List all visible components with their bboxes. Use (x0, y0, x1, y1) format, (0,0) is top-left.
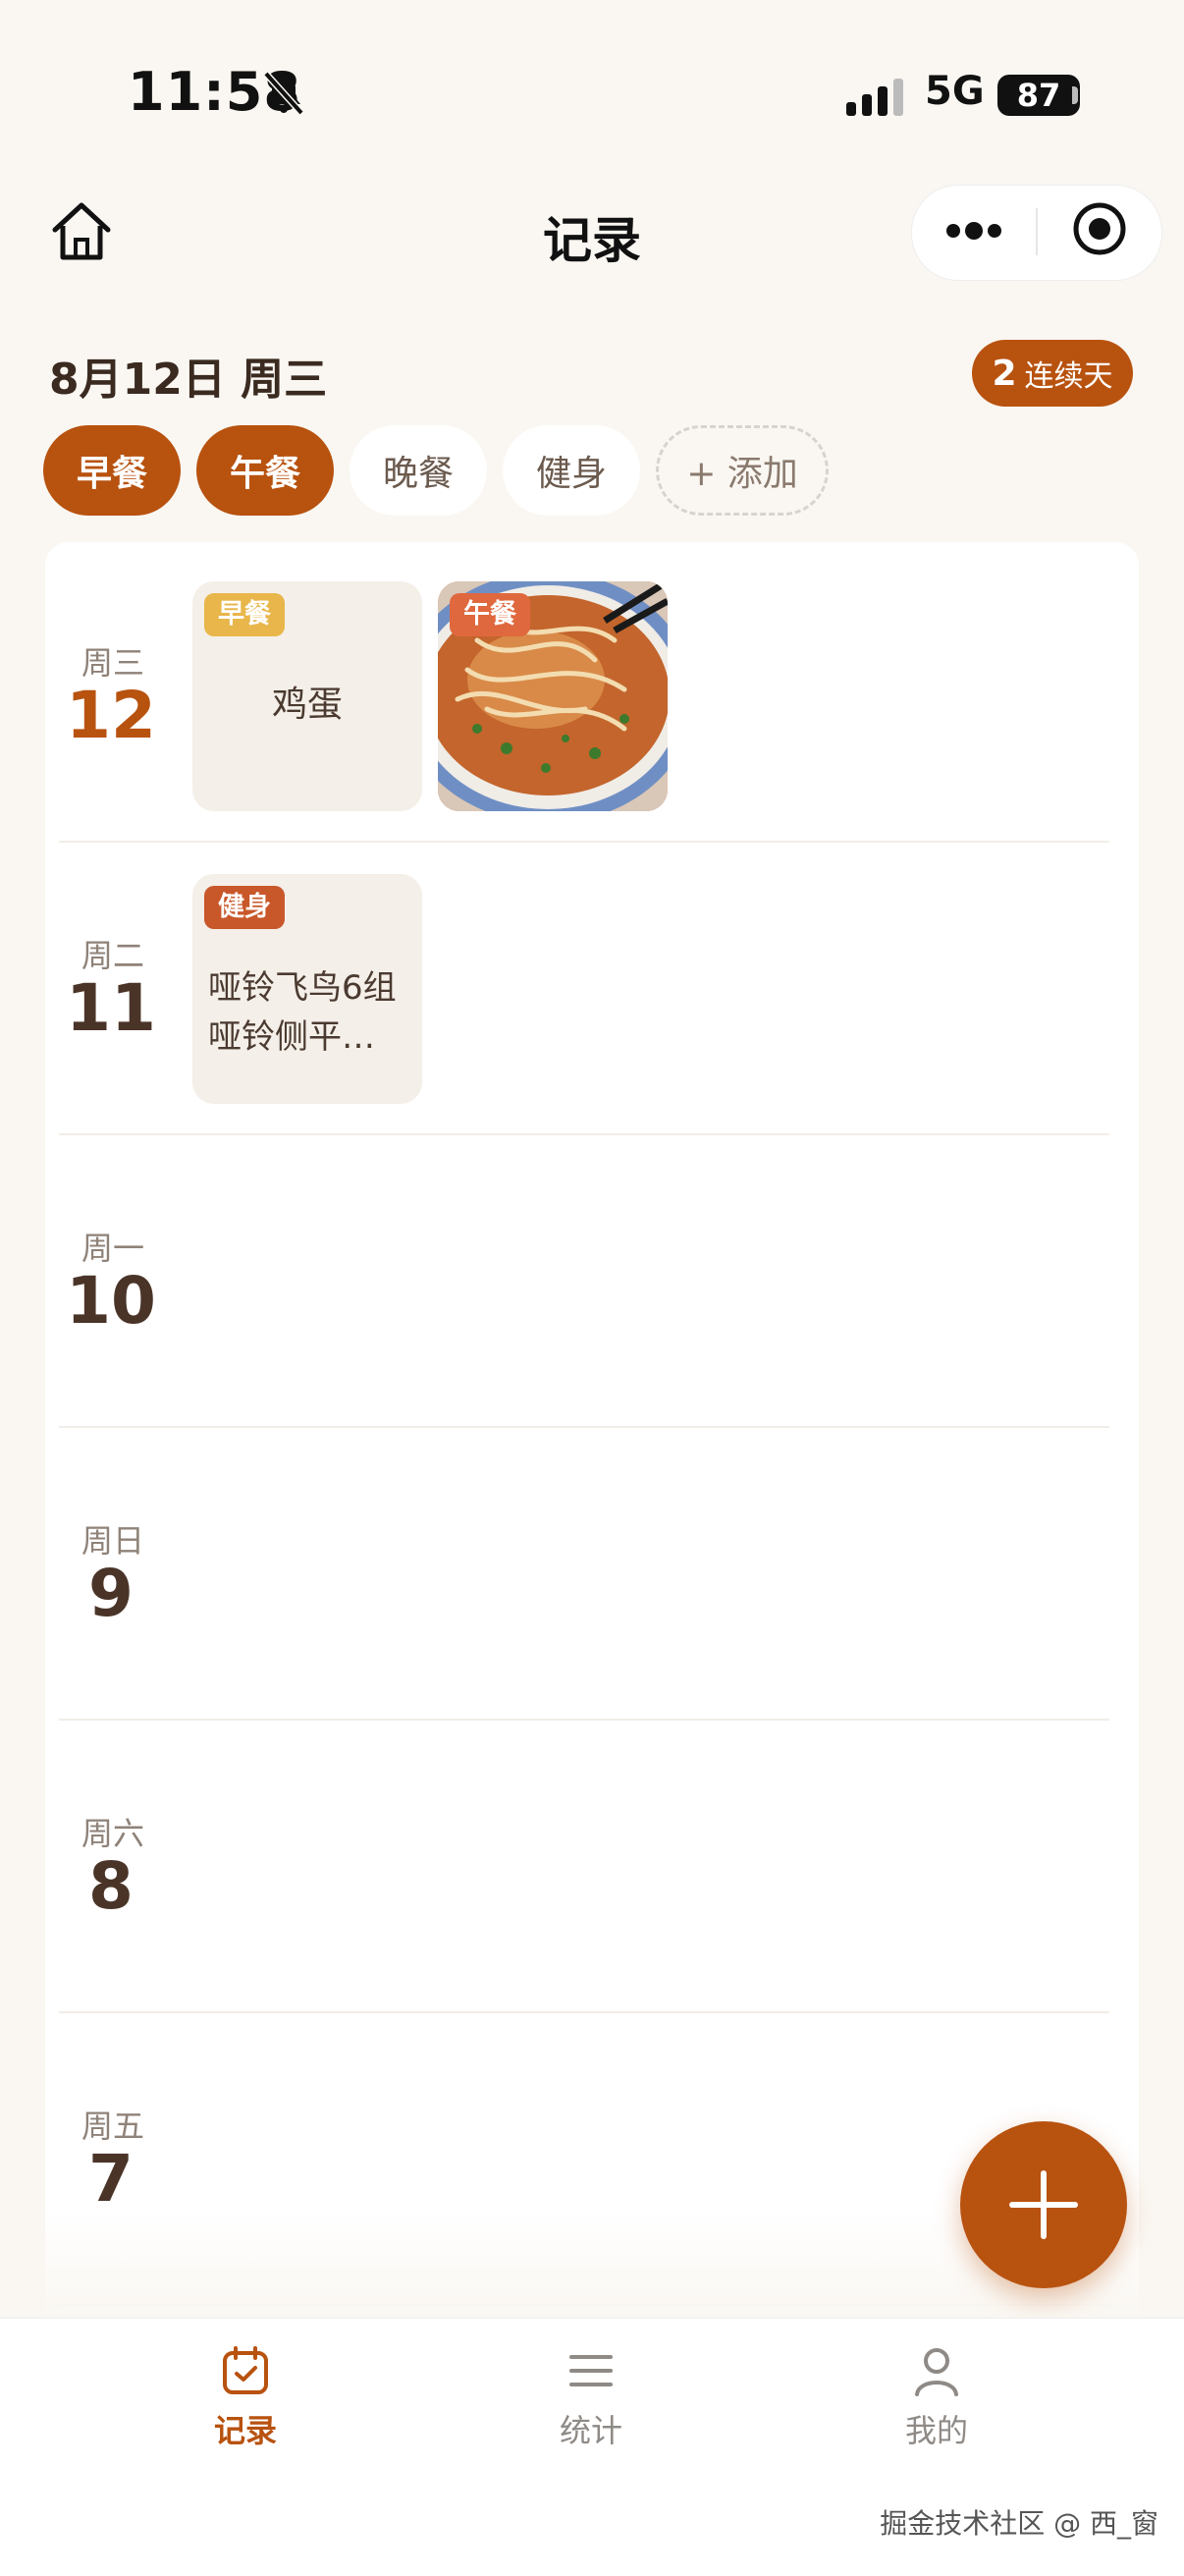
entry-card-breakfast[interactable]: 早餐 鸡蛋 (192, 581, 422, 811)
chip-fitness[interactable]: 健身 (503, 425, 640, 516)
streak-count: 2 (992, 353, 1017, 394)
row-divider (59, 1426, 1109, 1428)
add-record-button[interactable] (960, 2121, 1127, 2288)
list-lines-icon (569, 2355, 613, 2386)
tab-label: 我的 (904, 2412, 968, 2449)
streak-label: 连续天 (1024, 359, 1113, 394)
capsule-divider (1036, 208, 1038, 255)
row-divider (59, 1719, 1109, 1721)
signal-icon (846, 79, 903, 116)
tab-label: 统计 (559, 2412, 622, 2449)
entry-card-lunch[interactable]: 午餐 (438, 581, 668, 811)
streak-badge: 2 连续天 (972, 340, 1133, 407)
person-icon (915, 2348, 958, 2396)
tab-label: 记录 (213, 2412, 277, 2449)
tab-profile[interactable]: 我的 (838, 2343, 1035, 2451)
battery-level: 87 (997, 75, 1080, 116)
row-divider (59, 2011, 1109, 2013)
entry-tag: 健身 (204, 886, 285, 929)
chip-add-button[interactable]: + 添加 (656, 425, 829, 516)
day-number: 8 (88, 1848, 134, 1924)
tab-stats[interactable]: 统计 (493, 2343, 689, 2451)
chip-dinner[interactable]: 晚餐 (350, 425, 487, 516)
entry-text-line2: 哑铃侧平… (208, 1017, 375, 1057)
entry-text: 鸡蛋 (271, 685, 343, 725)
chip-breakfast[interactable]: 早餐 (43, 425, 181, 516)
entry-card-fitness[interactable]: 健身 哑铃飞鸟6组 哑铃侧平… (192, 874, 422, 1104)
day-number: 12 (66, 678, 156, 753)
entry-tag: 午餐 (450, 593, 530, 636)
calendar-check-icon (223, 2346, 268, 2394)
silent-bell-icon (263, 71, 304, 116)
more-dots-icon[interactable] (944, 218, 1003, 244)
plus-icon-vertical (1041, 2170, 1047, 2239)
entry-text-line1: 哑铃飞鸟6组 (208, 968, 397, 1008)
day-list (45, 542, 1139, 2388)
network-label: 5G (925, 69, 985, 114)
row-divider (59, 1133, 1109, 1135)
current-date: 8月12日 周三 (49, 355, 328, 405)
chip-lunch[interactable]: 午餐 (196, 425, 334, 516)
day-number: 9 (88, 1556, 134, 1631)
battery-tip (1072, 86, 1078, 104)
close-target-icon[interactable] (1072, 201, 1127, 256)
row-divider (59, 841, 1109, 843)
entry-tag: 早餐 (204, 593, 285, 636)
tab-records[interactable]: 记录 (147, 2343, 344, 2451)
day-number: 11 (66, 970, 156, 1046)
watermark: 掘金技术社区 @ 西_窗 (880, 2507, 1158, 2540)
day-number: 7 (88, 2141, 134, 2217)
day-number: 10 (66, 1263, 156, 1339)
